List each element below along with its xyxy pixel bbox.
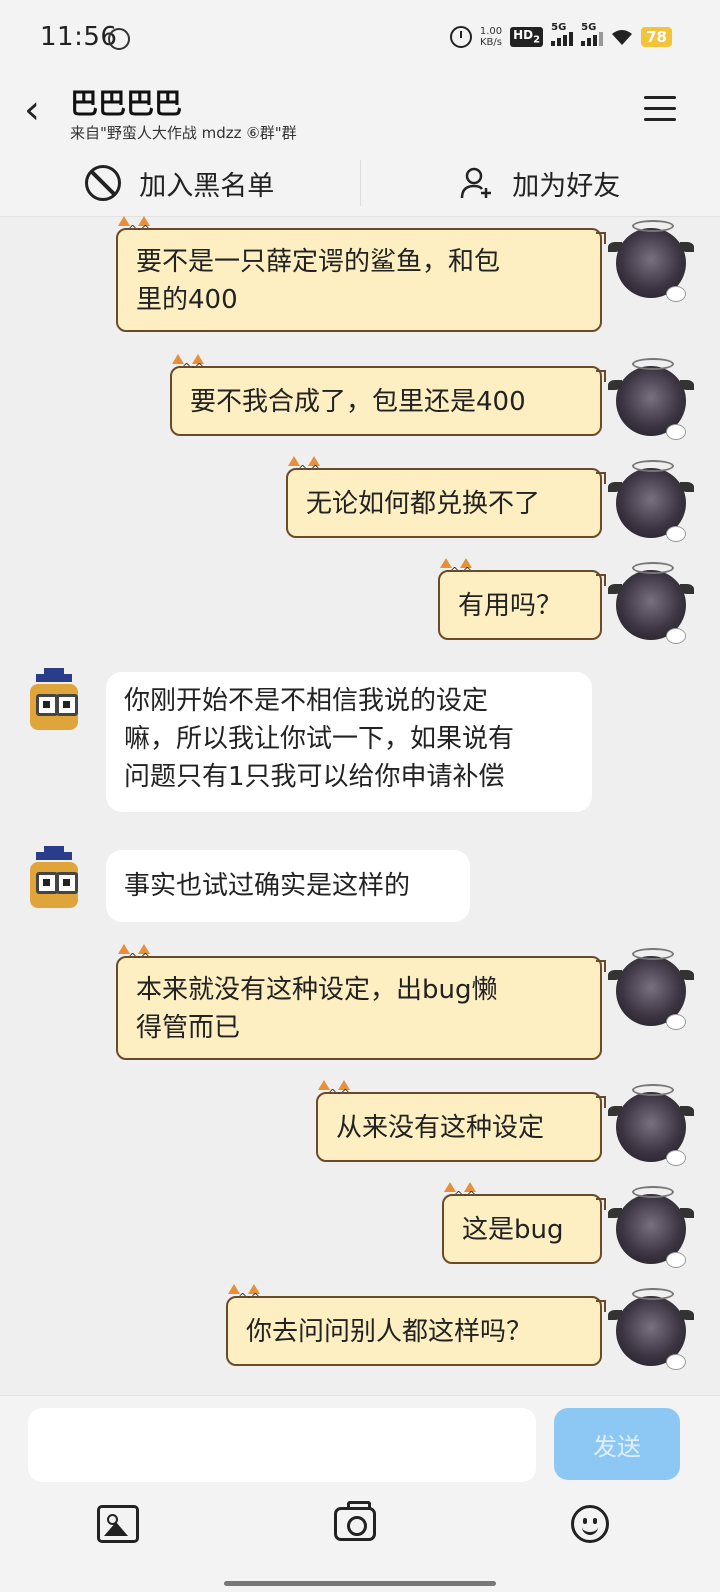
chat-subtitle: 来自"野蛮人大作战 mdzz ⑥群"群 xyxy=(70,124,297,142)
avatar-self[interactable] xyxy=(608,562,694,644)
chat-title: 巴巴巴巴 xyxy=(70,87,183,120)
battery-indicator: 78 xyxy=(641,27,672,47)
blacklist-button[interactable]: 加入黑名单 xyxy=(0,150,360,216)
message-line: 事实也试过确实是这样的 xyxy=(124,871,411,901)
avatar-self[interactable] xyxy=(608,1288,694,1370)
message-bubble-outgoing[interactable]: ^·^ 要不我合成了，包里还是400 xyxy=(170,354,606,436)
bottom-toolbar xyxy=(0,1495,720,1592)
message-line: 本来就没有这种设定，出bug懒 xyxy=(136,975,498,1005)
avatar-self[interactable] xyxy=(608,220,694,302)
message-line: 从来没有这种设定 xyxy=(336,1113,545,1143)
status-indicators: 1.00 KB/s HD2 5G 5G 78 xyxy=(449,22,672,48)
cat-decoration-icon: ^·^ xyxy=(284,456,324,478)
hd-label: HD xyxy=(513,28,534,43)
message-bubble-outgoing[interactable]: ^·^ 从来没有这种设定 xyxy=(316,1080,606,1162)
signal-1-label: 5G xyxy=(551,22,567,33)
message-bubble-incoming[interactable]: 事实也试过确实是这样的 xyxy=(106,850,470,922)
avatar-self[interactable] xyxy=(608,460,694,542)
network-speed: 1.00 KB/s xyxy=(480,26,502,48)
cat-decoration-icon: ^·^ xyxy=(440,1182,480,1204)
add-friend-button[interactable]: 加为好友 xyxy=(361,150,720,216)
wifi-icon xyxy=(612,30,633,45)
network-speed-value: 1.00 xyxy=(479,26,503,37)
message-line: 嘛，所以我让你试一下，如果说有 xyxy=(124,724,515,754)
menu-icon[interactable] xyxy=(644,96,676,122)
block-icon xyxy=(85,165,122,201)
message-line: 要不是一只薛定谔的鲨鱼，和包 xyxy=(136,247,501,277)
message-line: 这是bug xyxy=(462,1215,564,1245)
message-line: 得管而已 xyxy=(136,1013,241,1043)
message-bubble-outgoing[interactable]: ^·^ 有用吗？ xyxy=(438,558,606,640)
message-bubble-outgoing[interactable]: ^·^ 你去问问别人都这样吗？ xyxy=(226,1284,606,1366)
chat-header: ‹ 巴巴巴巴 来自"野蛮人大作战 mdzz ⑥群"群 xyxy=(0,78,720,150)
message-line: 你刚开始不是不相信我说的设定 xyxy=(124,686,489,716)
status-bar: 11:56 1.00 KB/s HD2 5G 5G 78 xyxy=(0,0,720,78)
add-friend-label: 加为好友 xyxy=(512,170,621,202)
signal-2-label: 5G xyxy=(581,22,597,33)
avatar-self[interactable] xyxy=(608,948,694,1030)
avatar-self[interactable] xyxy=(608,1186,694,1268)
message-bubble-outgoing[interactable]: ^·^ 无论如何都兑换不了 xyxy=(286,456,606,538)
message-line: 无论如何都兑换不了 xyxy=(306,489,541,519)
send-button[interactable]: 发送 xyxy=(554,1408,680,1480)
cat-decoration-icon: ^·^ xyxy=(314,1080,354,1102)
add-user-icon xyxy=(461,167,492,199)
message-line: 要不我合成了，包里还是400 xyxy=(190,387,526,417)
hd-icon: HD2 xyxy=(510,27,544,47)
avatar-owl[interactable] xyxy=(22,846,86,916)
input-bar: 发送 xyxy=(0,1395,720,1496)
message-input[interactable] xyxy=(28,1408,536,1482)
message-line: 问题只有1只我可以给你申请补偿 xyxy=(124,762,505,792)
message-bubble-outgoing[interactable]: ^·^ 这是bug xyxy=(442,1182,606,1264)
avatar-self[interactable] xyxy=(608,358,694,440)
signal-icon-1: 5G xyxy=(551,22,574,46)
cat-decoration-icon: ^·^ xyxy=(436,558,476,580)
cat-decoration-icon: ^·^ xyxy=(114,944,154,966)
network-speed-unit: KB/s xyxy=(480,37,502,48)
avatar-owl[interactable] xyxy=(22,668,86,738)
image-icon[interactable] xyxy=(97,1505,139,1543)
action-bar: 加入黑名单 加为好友 xyxy=(0,150,720,217)
emoji-icon[interactable] xyxy=(571,1505,609,1543)
notification-icon xyxy=(108,28,130,50)
message-bubble-incoming[interactable]: 你刚开始不是不相信我说的设定 嘛，所以我让你试一下，如果说有 问题只有1只我可以… xyxy=(106,672,592,812)
cat-decoration-icon: ^·^ xyxy=(114,216,154,238)
camera-icon[interactable] xyxy=(334,1501,376,1541)
status-time: 11:56 xyxy=(40,22,118,52)
message-line: 有用吗？ xyxy=(458,591,563,621)
cat-decoration-icon: ^·^ xyxy=(224,1284,264,1306)
message-line: 你去问问别人都这样吗？ xyxy=(246,1317,533,1347)
cat-decoration-icon: ^·^ xyxy=(168,354,208,376)
message-bubble-outgoing[interactable]: ^·^ 本来就没有这种设定，出bug懒 得管而已 xyxy=(116,944,606,1060)
blacklist-label: 加入黑名单 xyxy=(139,170,275,202)
avatar-self[interactable] xyxy=(608,1084,694,1166)
signal-icon-2: 5G xyxy=(581,22,604,46)
message-bubble-outgoing[interactable]: ^·^ 要不是一只薛定谔的鲨鱼，和包 里的400 xyxy=(116,216,606,332)
message-line: 里的400 xyxy=(136,285,238,315)
back-icon[interactable]: ‹ xyxy=(24,90,40,130)
hd-sub: 2 xyxy=(533,34,541,46)
alarm-icon xyxy=(449,26,472,48)
home-indicator[interactable] xyxy=(224,1581,496,1586)
